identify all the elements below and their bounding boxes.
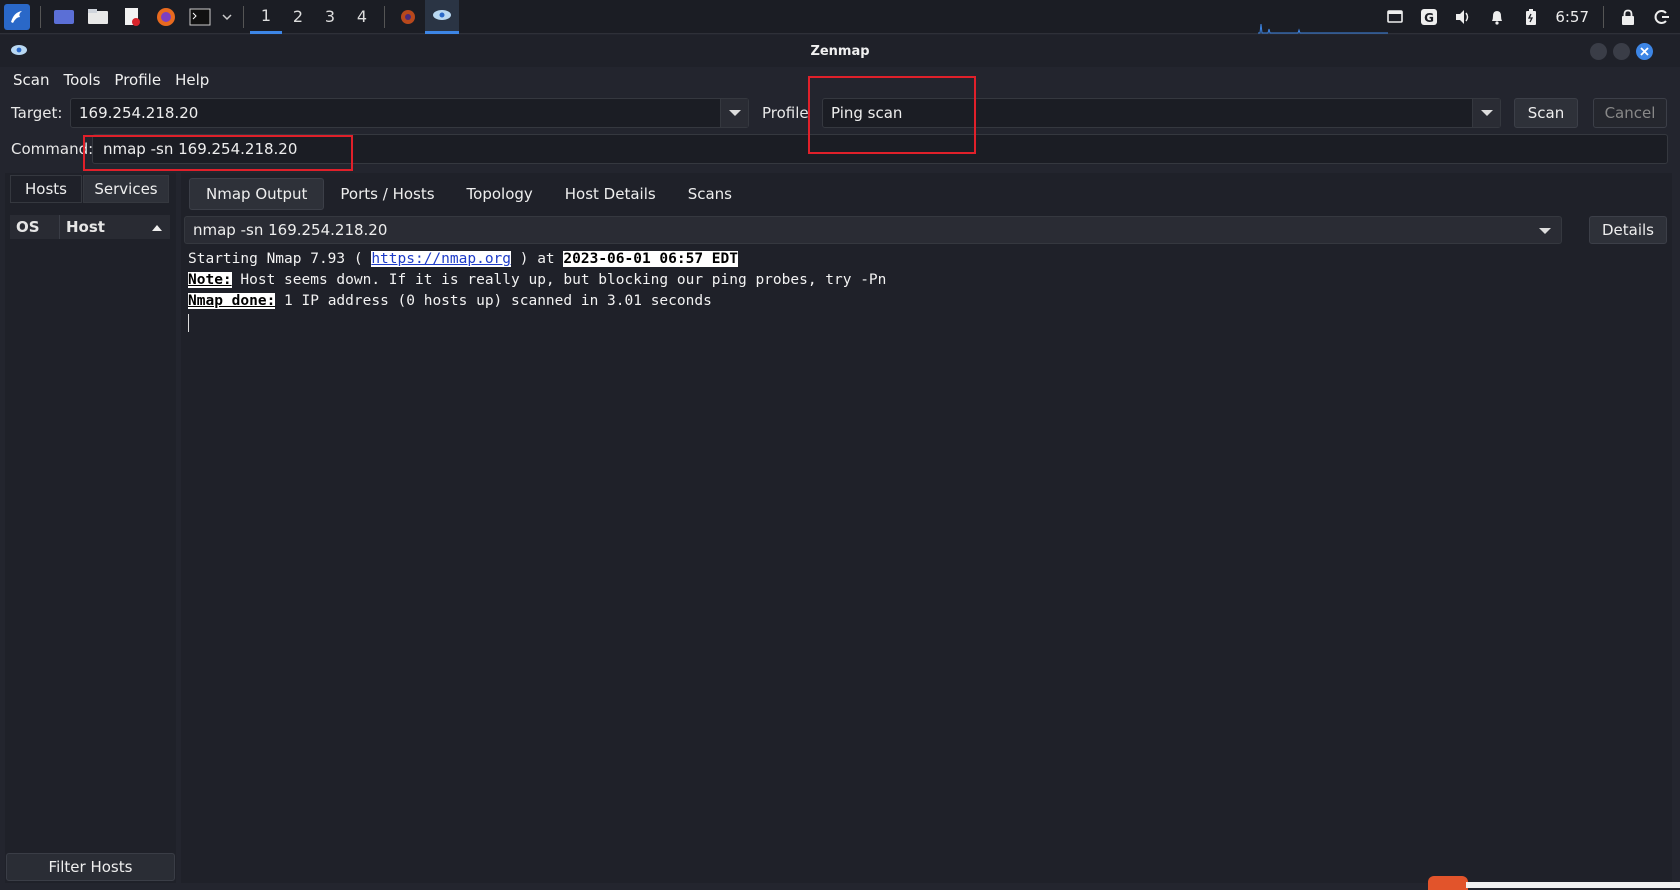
hosts-toggle[interactable]: Hosts (10, 175, 82, 203)
profile-dropdown-button[interactable] (1472, 99, 1500, 127)
scan-date: 2023-06-01 06:57 EDT (563, 251, 739, 267)
cancel-button[interactable]: Cancel (1593, 98, 1667, 128)
col-host-label: Host (66, 218, 105, 236)
corner-popup-edge (1466, 882, 1680, 888)
highlight-box-command (83, 135, 353, 171)
hosts-panel: Hosts Services OS Host Filter Hosts (5, 173, 176, 883)
col-os[interactable]: OS (10, 215, 60, 239)
taskbar-separator (384, 5, 385, 28)
close-button[interactable] (1636, 43, 1653, 60)
firefox-icon[interactable] (153, 4, 179, 30)
screen-icon[interactable] (1385, 7, 1405, 27)
chevron-down-icon (1539, 228, 1551, 234)
highlight-box-profile (808, 76, 976, 154)
note-key: Note: (188, 272, 232, 288)
workspace-1[interactable]: 1 (250, 0, 282, 34)
window-title: Zenmap (810, 43, 870, 59)
clock[interactable]: 6:57 (1555, 8, 1589, 26)
system-tray: G 6:57 (1385, 0, 1672, 34)
volume-icon[interactable] (1453, 7, 1473, 27)
filter-hosts-button[interactable]: Filter Hosts (6, 853, 175, 881)
target-input[interactable]: 169.254.218.20 (79, 104, 198, 122)
menu-help[interactable]: Help (168, 71, 216, 89)
tab-nmap-output[interactable]: Nmap Output (189, 178, 325, 210)
scan-select[interactable]: nmap -sn 169.254.218.20 (184, 216, 1562, 244)
scan-button[interactable]: Scan (1514, 98, 1578, 128)
output-tabs: Nmap Output Ports / Hosts Topology Host … (189, 178, 748, 210)
col-host[interactable]: Host (60, 215, 170, 239)
window-titlebar[interactable]: Zenmap (0, 35, 1680, 67)
output-line: Note: Host seems down. If it is really u… (188, 272, 887, 288)
sort-ascending-icon (152, 224, 162, 231)
maximize-button[interactable] (1613, 43, 1630, 60)
tab-scans[interactable]: Scans (672, 178, 748, 210)
tray-separator (1603, 6, 1604, 28)
workspace-3[interactable]: 3 (314, 0, 346, 34)
g-app-icon[interactable]: G (1419, 7, 1439, 27)
command-label: Command: (11, 140, 94, 158)
tab-host-details[interactable]: Host Details (549, 178, 672, 210)
zenmap-app-icon (11, 45, 27, 55)
profile-label: Profile (762, 104, 809, 122)
scan-select-value: nmap -sn 169.254.218.20 (193, 221, 388, 239)
chevron-down-icon[interactable] (221, 4, 233, 30)
menu-scan[interactable]: Scan (6, 71, 56, 89)
zenmap-window-button[interactable] (425, 0, 459, 34)
tab-ports-hosts[interactable]: Ports / Hosts (324, 178, 450, 210)
nmap-output-text[interactable]: Starting Nmap 7.93 ( https://nmap.org ) … (181, 247, 1672, 880)
taskbar-separator (40, 5, 41, 28)
logout-icon[interactable] (1652, 7, 1672, 27)
target-combo[interactable]: 169.254.218.20 (70, 98, 749, 128)
nmap-link[interactable]: https://nmap.org (371, 251, 512, 267)
tab-topology[interactable]: Topology (451, 178, 549, 210)
battery-icon[interactable] (1521, 7, 1541, 27)
terminal-icon[interactable] (187, 4, 213, 30)
target-dropdown-button[interactable] (720, 99, 748, 127)
chevron-down-icon (728, 110, 741, 116)
kali-menu-icon[interactable] (4, 3, 30, 30)
menu-profile[interactable]: Profile (107, 71, 168, 89)
output-line: Nmap done: 1 IP address (0 hosts up) sca… (188, 293, 712, 309)
nmap-done-key: Nmap done: (188, 293, 276, 309)
network-monitor-graph (1258, 23, 1388, 34)
file-manager-icon[interactable] (85, 4, 111, 30)
taskbar-separator (243, 5, 244, 28)
close-icon (1640, 47, 1649, 56)
output-line: Starting Nmap 7.93 ( https://nmap.org ) … (188, 251, 739, 267)
target-label: Target: (11, 104, 63, 122)
menu-tools[interactable]: Tools (56, 71, 107, 89)
details-button[interactable]: Details (1589, 216, 1667, 244)
text-caret (188, 314, 189, 332)
chevron-down-icon (1480, 110, 1493, 116)
minimize-button[interactable] (1590, 43, 1607, 60)
output-panel: Nmap Output Ports / Hosts Topology Host … (181, 173, 1672, 883)
text-editor-icon[interactable] (119, 4, 145, 30)
firefox-window-button[interactable] (391, 0, 425, 34)
workspace-4[interactable]: 4 (346, 0, 378, 34)
desktop-icon[interactable] (51, 4, 77, 30)
host-list-header: OS Host (10, 215, 170, 239)
workspace-2[interactable]: 2 (282, 0, 314, 34)
services-toggle[interactable]: Services (83, 175, 169, 203)
notification-bell-icon[interactable] (1487, 7, 1507, 27)
lock-icon[interactable] (1618, 7, 1638, 27)
svg-text:G: G (1424, 11, 1434, 25)
